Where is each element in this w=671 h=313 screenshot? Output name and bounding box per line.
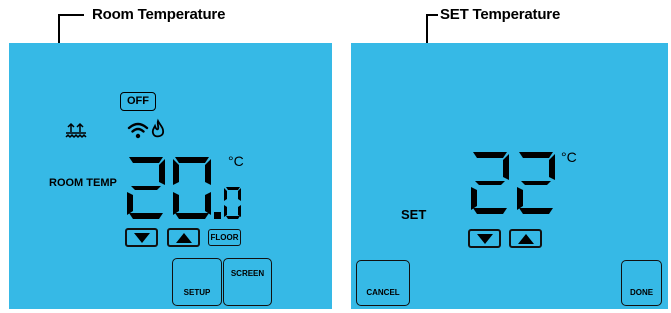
set-temperature-digits xyxy=(471,152,555,214)
flame-icon xyxy=(151,118,165,138)
screen-button[interactable]: SCREEN xyxy=(223,258,272,306)
set-label: SET xyxy=(401,207,427,222)
cancel-button[interactable]: CANCEL xyxy=(356,260,410,306)
set-temperature-callout: SET Temperature xyxy=(440,6,561,23)
down-arrow-icon xyxy=(133,232,150,243)
up-arrow-icon xyxy=(517,233,534,244)
room-temperature-callout: Room Temperature xyxy=(92,6,226,23)
room-temp-label: ROOM TEMP xyxy=(49,177,117,189)
set-temp-unit: °C xyxy=(561,149,577,165)
up-arrow-button[interactable] xyxy=(167,228,200,247)
done-button[interactable]: DONE xyxy=(621,260,662,306)
setup-button[interactable]: SETUP xyxy=(172,258,222,306)
set-callout-horizontal xyxy=(426,14,438,16)
off-badge[interactable]: OFF xyxy=(120,92,156,111)
room-callout-horizontal xyxy=(58,14,84,16)
floor-button[interactable]: FLOOR xyxy=(208,229,241,246)
room-temp-unit: °C xyxy=(228,153,244,169)
screen-button-label: SCREEN xyxy=(230,269,265,278)
set-up-arrow-button[interactable] xyxy=(509,229,542,248)
set-down-arrow-button[interactable] xyxy=(468,229,501,248)
up-arrow-icon xyxy=(175,232,192,243)
floor-heat-icon xyxy=(65,122,87,139)
setup-button-label: SETUP xyxy=(183,288,211,297)
done-button-label: DONE xyxy=(629,288,654,297)
room-temp-screen: OFF ROOM TEMP °C FLOOR SETUP SCREEN xyxy=(9,43,332,309)
room-temperature-digits xyxy=(127,157,241,219)
floor-button-label: FLOOR xyxy=(210,233,239,242)
wifi-icon xyxy=(127,122,149,139)
set-temp-screen: SET 22 °C CANCEL DONE xyxy=(351,43,668,309)
down-arrow-button[interactable] xyxy=(125,228,158,247)
down-arrow-icon xyxy=(476,233,493,244)
cancel-button-label: CANCEL xyxy=(366,288,400,297)
